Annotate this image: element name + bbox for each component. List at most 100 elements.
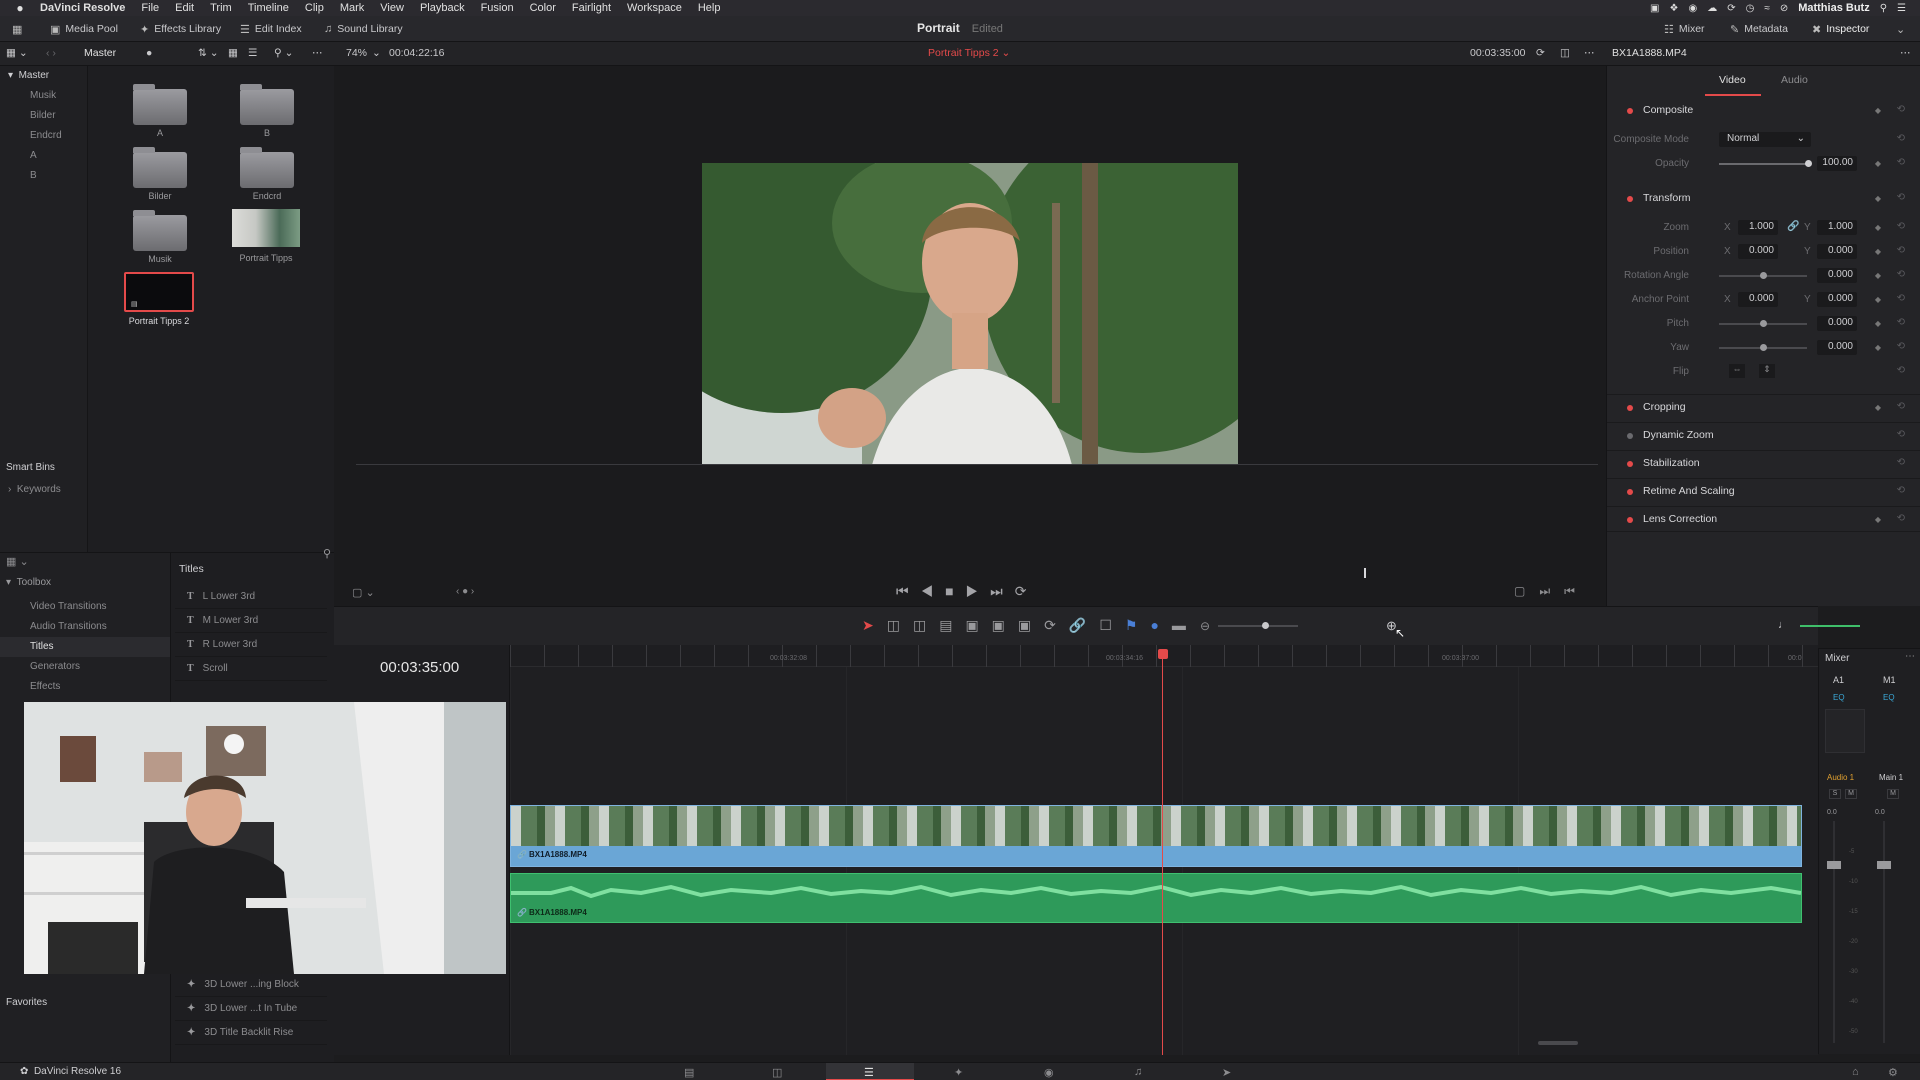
eq-a1-button[interactable]: EQ — [1833, 693, 1845, 702]
opacity-field[interactable]: 100.00 — [1817, 156, 1857, 171]
section-lens-correction[interactable]: Lens Correction ◆ ⟲ — [1607, 506, 1920, 532]
yaw-slider-knob[interactable] — [1760, 344, 1767, 351]
cloud-icon[interactable]: ☁ — [1707, 3, 1717, 14]
reset-icon[interactable]: ⟲ — [1897, 513, 1905, 524]
search-icon[interactable]: ⚲ — [1880, 3, 1887, 14]
page-edit-tab[interactable]: ☰ — [826, 1063, 914, 1080]
pan-control[interactable] — [1825, 709, 1865, 753]
dnd-icon[interactable]: ⊘ — [1780, 3, 1788, 14]
bin-a[interactable]: A — [0, 146, 87, 166]
keyframe-icon[interactable]: ◆ — [1875, 515, 1881, 524]
menu-app-name[interactable]: DaVinci Resolve — [40, 2, 133, 14]
keyframe-icon[interactable]: ◆ — [1875, 159, 1881, 168]
go-to-end-icon[interactable]: ⏭ — [990, 583, 1015, 599]
playhead-line[interactable] — [1162, 657, 1163, 1055]
reset-icon[interactable]: ⟲ — [1897, 269, 1905, 280]
inspector-tab-audio[interactable]: Audio — [1781, 74, 1808, 86]
menu-mark[interactable]: Mark — [332, 2, 372, 14]
video-clip[interactable]: 🔗 BX1A1888.MP4 — [510, 805, 1802, 867]
section-transform[interactable]: Transform ◆ ⟲ — [1607, 186, 1920, 212]
effects-library-button[interactable]: ✦ Effects Library — [140, 20, 221, 38]
inspector-button[interactable]: ✖ Inspector — [1812, 20, 1869, 38]
zoom-full-icon[interactable]: ▬ — [1172, 617, 1199, 633]
linked-selection-icon[interactable]: 🔗 — [1069, 617, 1099, 633]
match-frame-icon[interactable]: ▢ — [1514, 584, 1539, 598]
rotation-field[interactable]: 0.000 — [1817, 268, 1857, 283]
zoom-x-field[interactable]: 1.000 — [1738, 220, 1778, 235]
audio-clip[interactable]: 🔗 BX1A1888.MP4 — [510, 873, 1802, 923]
section-retime[interactable]: Retime And Scaling ⟲ — [1607, 478, 1920, 504]
position-x-field[interactable]: 0.000 — [1738, 244, 1778, 259]
reset-icon[interactable]: ⟲ — [1897, 401, 1905, 412]
sound-library-button[interactable]: ♫ Sound Library — [324, 20, 403, 38]
volume-slider[interactable] — [1800, 625, 1860, 627]
reset-icon[interactable]: ⟲ — [1897, 157, 1905, 168]
pitch-field[interactable]: 0.000 — [1817, 316, 1857, 331]
list-icon[interactable]: ☰ — [1897, 3, 1906, 14]
reset-icon[interactable]: ⟲ — [1897, 365, 1905, 376]
anchor-x-field[interactable]: 0.000 — [1738, 292, 1778, 307]
timeline-zoom-knob[interactable] — [1262, 622, 1269, 629]
reset-icon[interactable]: ⟲ — [1897, 192, 1905, 203]
snapping-icon[interactable]: ⟳ — [1044, 617, 1069, 633]
menu-file[interactable]: File — [133, 2, 167, 14]
section-dynamic-zoom[interactable]: Dynamic Zoom ⟲ — [1607, 422, 1920, 448]
dual-view-icon[interactable]: ◫ — [1560, 47, 1570, 59]
menu-workspace[interactable]: Workspace — [619, 2, 690, 14]
more-icon[interactable]: ⋯ — [312, 47, 323, 59]
play-reverse-icon[interactable]: ◀ — [921, 583, 946, 599]
fusion-title-3[interactable]: ✦ 3D Title Backlit Rise — [175, 1021, 327, 1045]
timeline-name[interactable]: Portrait Tipps 2 ⌄ — [928, 47, 1010, 59]
sync-icon[interactable]: ⟳ — [1536, 47, 1545, 59]
timeline-scrollbar[interactable] — [1538, 1041, 1578, 1045]
reset-icon[interactable]: ⟲ — [1897, 133, 1905, 144]
fx-effects[interactable]: Effects — [30, 677, 60, 697]
selection-tool-icon[interactable]: ➤ — [862, 617, 887, 633]
page-media-icon[interactable]: ▤ — [684, 1066, 694, 1079]
mixer-more-icon[interactable]: ⋯ — [1905, 651, 1915, 662]
viewer-frame[interactable] — [702, 163, 1238, 465]
keyframe-icon[interactable]: ◆ — [1875, 223, 1881, 232]
menu-fairlight[interactable]: Fairlight — [564, 2, 619, 14]
title-l-lower-3rd[interactable]: TL Lower 3rd — [175, 585, 327, 609]
bin-name[interactable]: Master — [84, 47, 116, 59]
section-composite[interactable]: Composite ◆ ⟲ — [1607, 98, 1920, 124]
prev-edit-icon[interactable]: ⏮ — [1564, 584, 1589, 598]
fx-generators[interactable]: Generators — [30, 657, 80, 677]
reset-icon[interactable]: ⟲ — [1897, 245, 1905, 256]
opacity-slider-knob[interactable] — [1805, 160, 1812, 167]
audio1-fader-track[interactable] — [1833, 821, 1835, 1043]
title-scroll[interactable]: T Scroll — [175, 657, 327, 681]
settings-gear-icon[interactable]: ⚙ — [1888, 1066, 1898, 1079]
rotation-slider-knob[interactable] — [1760, 272, 1767, 279]
reset-icon[interactable]: ⟲ — [1897, 429, 1905, 440]
reset-icon[interactable]: ⟲ — [1897, 341, 1905, 352]
sync-icon[interactable]: ⟳ — [1727, 3, 1735, 14]
fx-audio-transitions[interactable]: Audio Transitions — [30, 617, 107, 637]
keyframe-icon[interactable]: ◆ — [1875, 247, 1881, 256]
enable-dot-icon[interactable] — [1627, 196, 1633, 202]
replace-clip-icon[interactable]: ▣ — [1018, 617, 1044, 633]
back-icon[interactable]: ‹ › — [46, 47, 56, 59]
edit-index-button[interactable]: ☰ Edit Index — [240, 20, 302, 38]
reset-icon[interactable]: ⟲ — [1897, 457, 1905, 468]
zoom-dropdown-icon[interactable]: ⌄ — [372, 47, 381, 59]
overwrite-clip-icon[interactable]: ▣ — [992, 617, 1018, 633]
playhead-handle[interactable] — [1158, 649, 1168, 659]
bin-bilder[interactable]: Bilder — [0, 106, 87, 126]
fusion-title-1[interactable]: ✦ 3D Lower ...ing Block — [175, 973, 327, 997]
screen-icon[interactable]: ▣ — [1650, 3, 1659, 14]
viewer-scrubber-track[interactable] — [356, 464, 1598, 465]
zoom-out-icon[interactable]: ⊖ — [1200, 619, 1210, 633]
apple-icon[interactable]: ● — [0, 1, 40, 15]
enable-dot-icon[interactable] — [1627, 405, 1633, 411]
menu-timeline[interactable]: Timeline — [240, 2, 297, 14]
enable-dot-icon[interactable] — [1627, 489, 1633, 495]
lock-icon[interactable]: ☐ — [1099, 617, 1125, 633]
opacity-slider[interactable] — [1719, 163, 1807, 165]
viewer-mode-icon[interactable]: ▢ ⌄ — [352, 586, 375, 599]
trim-tool-icon[interactable]: ◫ — [887, 617, 913, 633]
next-edit-icon[interactable]: ⏭ — [1539, 584, 1564, 598]
zoom-y-field[interactable]: 1.000 — [1817, 220, 1857, 235]
page-color-icon[interactable]: ◉ — [1044, 1066, 1054, 1079]
